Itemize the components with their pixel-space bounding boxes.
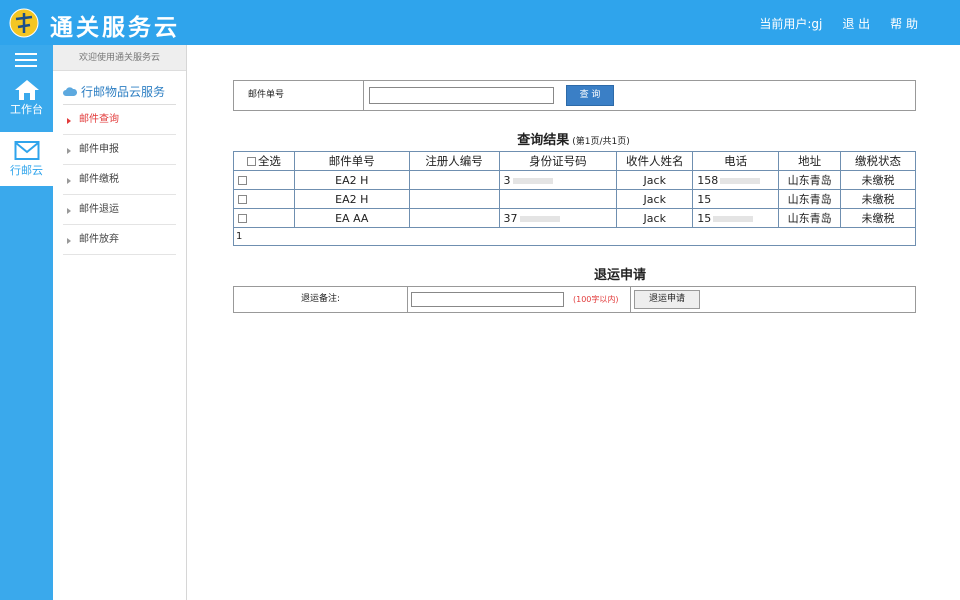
- column-header: 缴税状态: [840, 151, 916, 171]
- service-title-label: 行邮物品云服务: [81, 85, 166, 99]
- id-number-cell: [498, 189, 618, 209]
- sub-nav-item-mail-query[interactable]: 邮件查询: [63, 105, 176, 135]
- column-header: 身份证号码: [498, 151, 618, 171]
- mail-number-cell: EA2 H: [293, 170, 410, 190]
- id-number-text: 37: [503, 211, 518, 225]
- brand-logo-icon: [9, 8, 39, 38]
- recipient-name-cell: Jack: [616, 208, 694, 228]
- results-table: 全选 邮件单号 注册人编号 身份证号码 收件人姓名 电话 地址 缴税状态 EA2…: [233, 151, 916, 246]
- address-cell: 山东青岛: [778, 189, 842, 209]
- address-cell: 山东青岛: [778, 208, 842, 228]
- service-title: 行邮物品云服务: [63, 79, 176, 105]
- select-all-checkbox[interactable]: [246, 157, 256, 166]
- phone-cell: 15: [692, 208, 780, 228]
- results-page-info: (第1页/共1页): [572, 137, 630, 147]
- menu-toggle-icon[interactable]: [15, 53, 37, 67]
- tax-status-cell: 未缴税: [840, 189, 916, 209]
- redacted-mask: [720, 177, 761, 184]
- icon-rail: 工作台 行邮云: [0, 45, 53, 600]
- id-number-cell: 3: [498, 170, 618, 190]
- phone-text: 15: [697, 211, 712, 225]
- registrant-number-cell: [408, 189, 500, 209]
- home-icon: [14, 80, 39, 100]
- row-checkbox[interactable]: [238, 175, 247, 185]
- sub-nav-panel: 欢迎使用通关服务云 行邮物品云服务 邮件查询 邮件申报 邮件缴税 邮件退运 邮件…: [53, 45, 187, 600]
- table-row[interactable]: EA AA 37 Jack 15 山东青岛 未缴税: [233, 208, 916, 228]
- select-all-header[interactable]: 全选: [233, 151, 295, 171]
- sub-nav-item-mail-abandon[interactable]: 邮件放弃: [63, 225, 176, 255]
- redacted-mask: [519, 215, 560, 222]
- sub-nav-list: 邮件查询 邮件申报 邮件缴税 邮件退运 邮件放弃: [63, 105, 176, 255]
- mail-icon: [14, 141, 39, 160]
- sub-nav-item-mail-return[interactable]: 邮件退运: [63, 195, 176, 225]
- tax-status-cell: 未缴税: [840, 170, 916, 190]
- column-header: 电话: [692, 151, 780, 171]
- return-note-label: 退运备注:: [234, 287, 408, 312]
- return-request-button[interactable]: 退运申请: [634, 290, 700, 309]
- logout-link[interactable]: 退 出: [842, 15, 870, 32]
- column-header: 地址: [778, 151, 842, 171]
- registrant-number-cell: [408, 208, 500, 228]
- sub-nav-item-mail-tax[interactable]: 邮件缴税: [63, 165, 176, 195]
- return-request-form: 退运备注: (100字以内) 退运申请: [233, 286, 916, 313]
- rail-item-mail-cloud[interactable]: 行邮云: [0, 132, 53, 186]
- table-pagination-row: 1: [233, 227, 916, 246]
- redacted-mask: [512, 177, 553, 184]
- mail-number-cell: EA2 H: [293, 189, 410, 209]
- search-form: 邮件单号 查 询: [233, 80, 916, 111]
- phone-text: 158: [697, 173, 719, 187]
- table-header-row: 全选 邮件单号 注册人编号 身份证号码 收件人姓名 电话 地址 缴税状态: [233, 151, 916, 171]
- phone-cell: 158: [692, 170, 780, 190]
- help-link[interactable]: 帮 助: [890, 15, 918, 32]
- cloud-icon: [63, 87, 77, 96]
- results-title-label: 查询结果: [517, 133, 570, 148]
- return-note-hint: (100字以内): [573, 295, 619, 304]
- column-header: 全选: [257, 154, 281, 168]
- welcome-text: 欢迎使用通关服务云: [53, 45, 186, 71]
- top-header: 通关服务云 当前用户:gj 退 出 帮 助: [0, 0, 960, 45]
- return-note-input[interactable]: [411, 292, 564, 307]
- top-nav: 当前用户:gj 退 出 帮 助: [759, 15, 918, 32]
- brand-title: 通关服务云: [50, 15, 180, 41]
- rail-item-label: 行邮云: [10, 164, 43, 177]
- return-request-title: 退运申请: [593, 268, 646, 283]
- table-row[interactable]: EA2 H 3 Jack 158 山东青岛 未缴税: [233, 170, 916, 190]
- table-row[interactable]: EA2 H Jack 15 山东青岛 未缴税: [233, 189, 916, 209]
- pagination-text[interactable]: 1: [233, 227, 916, 246]
- mail-number-cell: EA AA: [293, 208, 410, 228]
- results-title: 查询结果 (第1页/共1页): [187, 129, 960, 148]
- id-number-cell: 37: [498, 208, 618, 228]
- phone-text: 15: [697, 192, 712, 206]
- query-button[interactable]: 查 询: [566, 85, 614, 106]
- recipient-name-cell: Jack: [616, 189, 694, 209]
- main-content: 邮件单号 查 询 查询结果 (第1页/共1页) 全选 邮件单号 注册人编号 身份证…: [187, 45, 960, 600]
- tax-status-cell: 未缴税: [840, 208, 916, 228]
- address-cell: 山东青岛: [778, 170, 842, 190]
- mail-number-input[interactable]: [369, 87, 554, 104]
- redacted-mask: [713, 215, 754, 222]
- phone-cell: 15: [692, 189, 780, 209]
- current-user-label[interactable]: 当前用户:gj: [759, 15, 822, 32]
- recipient-name-cell: Jack: [616, 170, 694, 190]
- column-header: 收件人姓名: [616, 151, 694, 171]
- row-checkbox[interactable]: [238, 213, 247, 223]
- rail-item-workbench[interactable]: 工作台: [0, 79, 53, 129]
- id-number-text: 3: [503, 173, 511, 187]
- column-header: 邮件单号: [293, 151, 410, 171]
- column-header: 注册人编号: [408, 151, 500, 171]
- rail-item-label: 工作台: [10, 103, 43, 116]
- row-checkbox[interactable]: [238, 194, 247, 204]
- registrant-number-cell: [408, 170, 500, 190]
- sub-nav-item-mail-declare[interactable]: 邮件申报: [63, 135, 176, 165]
- divider: [630, 287, 631, 312]
- search-label: 邮件单号: [234, 81, 364, 110]
